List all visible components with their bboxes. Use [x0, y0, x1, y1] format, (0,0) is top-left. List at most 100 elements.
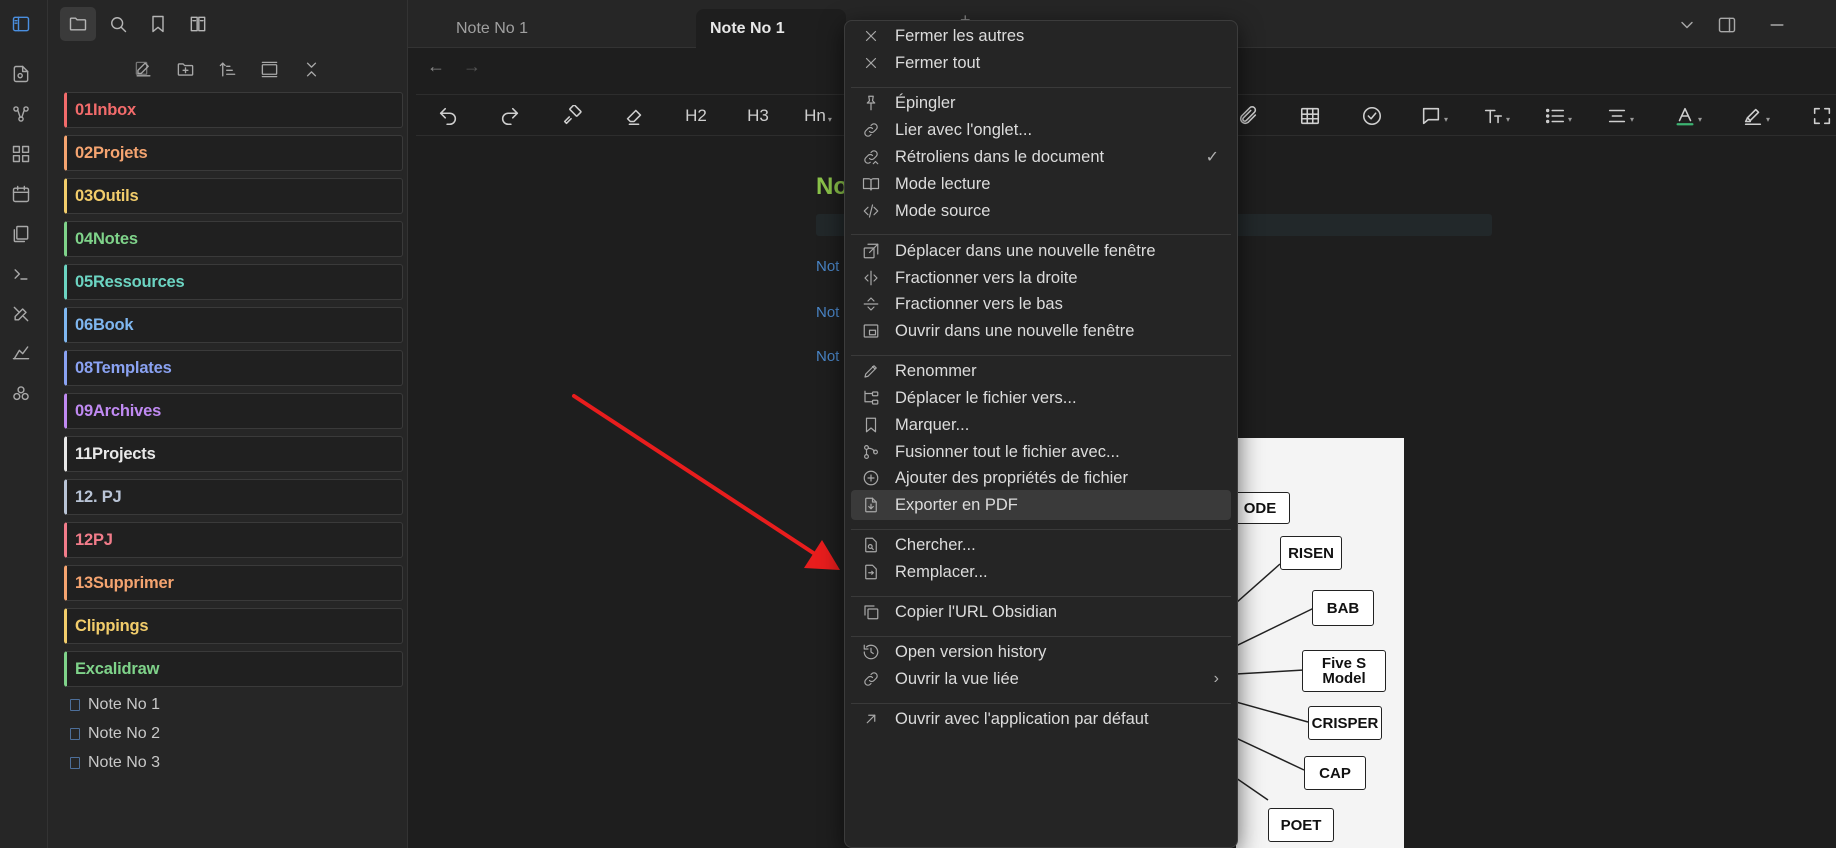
search-tab-icon[interactable] — [100, 7, 136, 41]
history-icon — [861, 643, 881, 661]
file-item[interactable]: Note No 2 — [70, 719, 160, 748]
auto-reveal-icon[interactable] — [256, 56, 282, 82]
eraser-icon[interactable] — [614, 95, 654, 137]
new-folder-icon[interactable] — [172, 56, 198, 82]
menu-item-ouvrir-la-vue-liee[interactable]: Ouvrir la vue liée › — [851, 664, 1231, 694]
folder-item[interactable]: 02Projets — [64, 135, 403, 171]
folder-item[interactable]: 04Notes — [64, 221, 403, 257]
menu-item-lier-avec-l-onglet[interactable]: Lier avec l'onglet... — [851, 115, 1231, 145]
folder-item[interactable]: 03Outils — [64, 178, 403, 214]
bookmarks-tab-icon[interactable] — [140, 7, 176, 41]
align-icon[interactable]: ▾ — [1598, 95, 1642, 137]
canvas-icon[interactable] — [9, 142, 33, 166]
folder-item[interactable]: 13Supprimer — [64, 565, 403, 601]
folder-item[interactable]: Excalidraw — [64, 651, 403, 687]
menu-item-deplacer-dans-une-nouvelle-fenetre[interactable]: Déplacer dans une nouvelle fenêtre — [851, 236, 1231, 266]
backlink-icon — [861, 148, 881, 166]
folder-item[interactable]: 12. PJ — [64, 479, 403, 515]
menu-item-mode-lecture[interactable]: Mode lecture — [851, 169, 1231, 199]
menu-item-fermer-tout[interactable]: Fermer tout — [851, 48, 1231, 78]
menu-item-fermer-les-autres[interactable]: Fermer les autres — [851, 21, 1231, 51]
file-replace-icon — [861, 563, 881, 581]
tab-note-1-active[interactable]: Note No 1 — [696, 9, 846, 48]
command-palette-icon[interactable] — [9, 262, 33, 286]
tab-list-chevron-icon[interactable] — [1672, 10, 1702, 40]
bookmark-icon — [861, 416, 881, 434]
folder-label: Clippings — [75, 616, 149, 635]
heading-n-button[interactable]: Hn ▾ — [796, 95, 840, 137]
collapse-all-icon[interactable] — [298, 56, 324, 82]
calendar-icon[interactable] — [9, 182, 33, 206]
folder-item[interactable]: 05Ressources — [64, 264, 403, 300]
format-painter-icon[interactable] — [552, 95, 592, 137]
minimize-icon[interactable] — [1762, 10, 1792, 40]
file-download-icon — [861, 496, 881, 514]
templates-icon[interactable] — [9, 222, 33, 246]
fullscreen-icon[interactable] — [1802, 95, 1836, 137]
menu-item-chercher[interactable]: Chercher... — [851, 530, 1231, 560]
menu-item-exporter-en-pdf[interactable]: Exporter en PDF — [851, 490, 1231, 520]
tab-note-1[interactable]: Note No 1 — [442, 9, 687, 48]
menu-item-remplacer[interactable]: Remplacer... — [851, 557, 1231, 587]
font-color-icon[interactable]: ▾ — [1666, 95, 1710, 137]
menu-item-fractionner-vers-le-bas[interactable]: Fractionner vers le bas — [851, 289, 1231, 319]
menu-item-deplacer-le-fichier-vers[interactable]: Déplacer le fichier vers... — [851, 383, 1231, 413]
folder-tree-icon — [861, 389, 881, 407]
note-link[interactable]: Not — [816, 258, 839, 275]
note-link[interactable]: Not — [816, 304, 839, 321]
list-icon[interactable]: ▾ — [1536, 95, 1580, 137]
diagram-node: BAB — [1312, 590, 1374, 626]
folder-item[interactable]: 11Projects — [64, 436, 403, 472]
file-item[interactable]: Note No 1 — [70, 690, 160, 719]
excalidraw-icon[interactable] — [9, 340, 33, 364]
sort-icon[interactable] — [214, 56, 240, 82]
menu-item-epingler[interactable]: Épingler — [851, 88, 1231, 118]
external-icon — [861, 710, 881, 728]
menu-item-ouvrir-dans-une-nouvelle-fenetre[interactable]: Ouvrir dans une nouvelle fenêtre — [851, 316, 1231, 346]
book-tab-icon[interactable] — [180, 7, 216, 41]
file-label: Note No 3 — [88, 753, 161, 771]
graph-view-icon[interactable] — [9, 102, 33, 126]
forward-arrow-icon[interactable]: → — [463, 56, 481, 77]
folder-item[interactable]: 12PJ — [64, 522, 403, 558]
menu-item-mode-source[interactable]: Mode source — [851, 196, 1231, 226]
menu-item-ajouter-des-proprietes-de-fichier[interactable]: Ajouter des propriétés de fichier — [851, 463, 1231, 493]
menu-item-marquer[interactable]: Marquer... — [851, 410, 1231, 440]
folder-item[interactable]: Clippings — [64, 608, 403, 644]
files-tab-folder-icon[interactable] — [60, 7, 96, 41]
file-list: Note No 1 Note No 2 Note No 3 — [70, 690, 160, 777]
file-item[interactable]: Note No 3 — [70, 748, 160, 777]
menu-item-copier-l-url-obsidian[interactable]: Copier l'URL Obsidian — [851, 597, 1231, 627]
menu-item-ouvrir-avec-l-application-par-defaut[interactable]: Ouvrir avec l'application par défaut — [851, 704, 1231, 734]
menu-item-renommer[interactable]: Renommer — [851, 356, 1231, 386]
pencil-icon — [861, 362, 881, 380]
folder-item[interactable]: 06Book — [64, 307, 403, 343]
note-link[interactable]: Not — [816, 348, 839, 365]
callout-icon[interactable]: ▾ — [1412, 95, 1456, 137]
heading-3-button[interactable]: H3 — [738, 95, 778, 137]
plugins-icon[interactable] — [9, 382, 33, 406]
highlight-icon[interactable]: ▾ — [1734, 95, 1778, 137]
new-note-icon[interactable] — [130, 56, 156, 82]
menu-item-retroliens-dans-le-document[interactable]: Rétroliens dans le document ✓ — [851, 142, 1231, 172]
sidebar-toggle-icon[interactable] — [9, 12, 33, 36]
heading-2-button[interactable]: H2 — [676, 95, 716, 137]
right-sidebar-toggle-icon[interactable] — [1712, 10, 1742, 40]
folder-label: Excalidraw — [75, 659, 160, 678]
text-size-icon[interactable]: ▾ — [1474, 95, 1518, 137]
undo-icon[interactable] — [428, 95, 468, 137]
checklist-icon[interactable] — [1352, 95, 1392, 137]
folder-item[interactable]: 09Archives — [64, 393, 403, 429]
menu-item-label: Ouvrir avec l'application par défaut — [895, 709, 1149, 728]
open-quick-switcher-icon[interactable] — [9, 62, 33, 86]
folder-item[interactable]: 08Templates — [64, 350, 403, 386]
table-icon[interactable] — [1290, 95, 1330, 137]
redo-icon[interactable] — [490, 95, 530, 137]
menu-item-label: Déplacer le fichier vers... — [895, 388, 1077, 407]
split-right-icon — [861, 269, 881, 287]
back-arrow-icon[interactable]: ← — [427, 56, 445, 77]
tab-label: Note No 1 — [456, 19, 529, 37]
menu-item-open-version-history[interactable]: Open version history — [851, 637, 1231, 667]
folder-item[interactable]: 01Inbox — [64, 92, 403, 128]
tools-icon[interactable] — [9, 302, 33, 326]
